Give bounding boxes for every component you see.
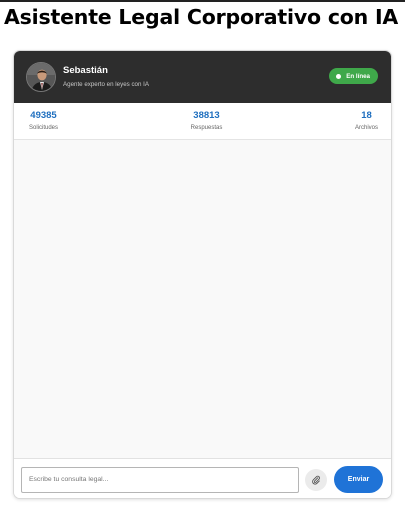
- message-area[interactable]: [14, 140, 391, 458]
- chat-widget: Sebastián Agente experto en leyes con IA…: [13, 50, 392, 499]
- page-title: Asistente Legal Corporativo con IA: [4, 5, 399, 29]
- query-input[interactable]: [21, 466, 299, 493]
- stat-value: 18: [361, 110, 372, 121]
- attach-button[interactable]: [305, 468, 327, 491]
- stat-value: 38813: [193, 110, 220, 121]
- stat-value: 49385: [30, 110, 57, 121]
- composer: Enviar: [14, 458, 391, 498]
- stat-requests: 49385 Solicitudes: [29, 110, 58, 133]
- chat-header: Sebastián Agente experto en leyes con IA…: [14, 51, 391, 103]
- agent-role: Agente experto en leyes con IA: [63, 81, 149, 88]
- paperclip-icon: [312, 475, 320, 484]
- top-border: [0, 0, 405, 2]
- agent-info: Sebastián Agente experto en leyes con IA: [63, 65, 149, 89]
- online-dot-icon: [336, 73, 342, 79]
- lawyer-avatar-icon: [27, 63, 55, 91]
- status-badge: En línea: [329, 68, 378, 84]
- send-button[interactable]: Enviar: [334, 466, 383, 493]
- agent-name: Sebastián: [63, 65, 108, 76]
- stat-files: 18 Archivos: [355, 110, 378, 133]
- stat-label: Archivos: [354, 125, 378, 131]
- agent-avatar: [26, 62, 56, 92]
- stat-label: Respuestas: [190, 125, 223, 131]
- stat-responses: 38813 Respuestas: [191, 110, 223, 133]
- stats-row: 49385 Solicitudes 38813 Respuestas 18 Ar…: [14, 103, 391, 140]
- status-label: En línea: [346, 72, 370, 80]
- stat-label: Solicitudes: [29, 125, 59, 131]
